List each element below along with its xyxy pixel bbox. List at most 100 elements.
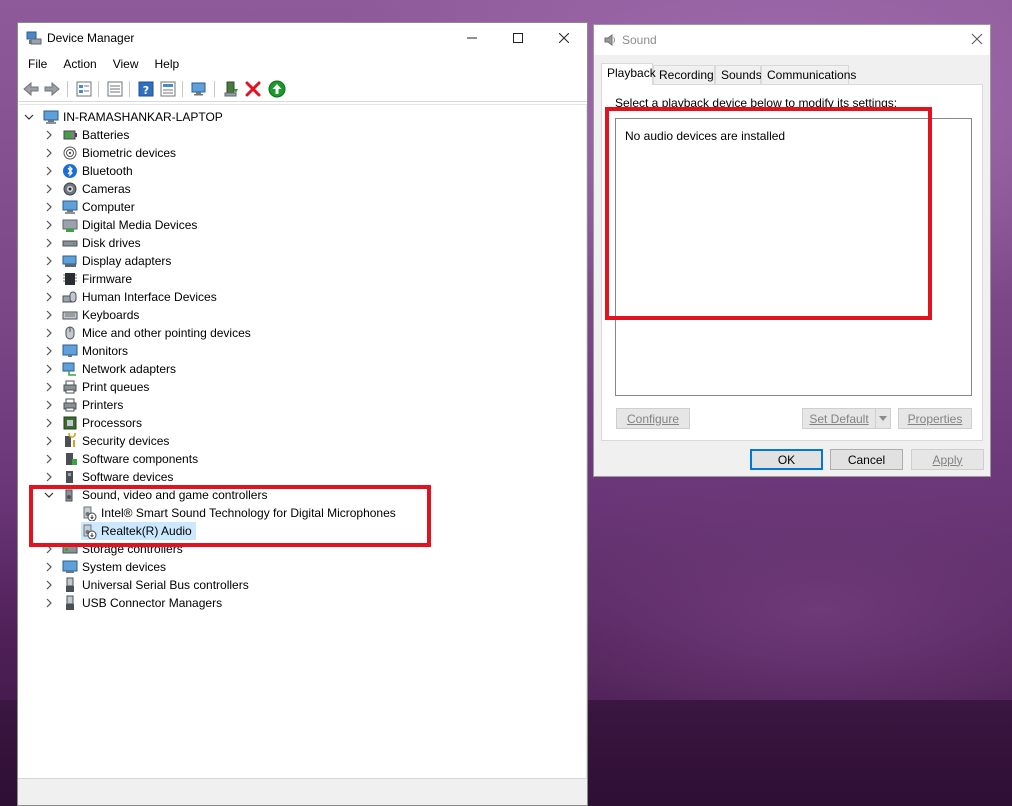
close-button[interactable] bbox=[541, 23, 587, 53]
set-default-label: Set Default bbox=[809, 411, 869, 426]
close-icon bbox=[559, 33, 569, 43]
tree-category-item[interactable]: Firmware bbox=[62, 270, 132, 288]
tree-category-item[interactable]: Software components bbox=[62, 450, 198, 468]
tree-category-item[interactable]: Display adapters bbox=[62, 252, 171, 270]
tree-category-item[interactable]: Print queues bbox=[62, 378, 149, 396]
view-details-icon[interactable] bbox=[159, 80, 177, 98]
security-device-icon bbox=[65, 433, 76, 447]
close-icon[interactable] bbox=[970, 32, 984, 46]
chevron-right-icon[interactable] bbox=[44, 274, 54, 284]
chevron-right-icon[interactable] bbox=[44, 328, 54, 338]
maximize-button[interactable] bbox=[495, 23, 541, 53]
uninstall-device-icon[interactable] bbox=[244, 80, 262, 98]
tree-category-item[interactable]: Human Interface Devices bbox=[62, 288, 217, 306]
chevron-right-icon[interactable] bbox=[44, 202, 54, 212]
bluetooth-icon bbox=[63, 164, 77, 178]
configure-button[interactable]: Configure bbox=[616, 408, 690, 429]
cancel-button[interactable]: Cancel bbox=[830, 449, 903, 470]
tree-category-label: Display adapters bbox=[82, 254, 172, 268]
tree-category-item[interactable]: Printers bbox=[62, 396, 123, 414]
tab-recording[interactable]: Recording bbox=[653, 65, 715, 84]
tree-category-item[interactable]: Cameras bbox=[62, 180, 131, 198]
chevron-right-icon[interactable] bbox=[44, 148, 54, 158]
ok-button[interactable]: OK bbox=[750, 449, 823, 470]
chevron-right-icon[interactable] bbox=[44, 580, 54, 590]
tree-category-item[interactable]: Storage controllers bbox=[62, 540, 183, 558]
chevron-down-icon[interactable] bbox=[44, 490, 54, 500]
tree-category-item[interactable]: Biometric devices bbox=[62, 144, 176, 162]
tree-category-label: System devices bbox=[82, 560, 167, 574]
forward-arrow-icon[interactable] bbox=[43, 80, 61, 98]
help-icon[interactable]: ? bbox=[137, 80, 155, 98]
tree-category-item[interactable]: Disk drives bbox=[62, 234, 141, 252]
tree-category-item[interactable]: USB Connector Managers bbox=[62, 594, 222, 612]
tree-category-item[interactable]: Computer bbox=[62, 198, 135, 216]
tree-category-item[interactable]: Software devices bbox=[62, 468, 173, 486]
minimize-button[interactable] bbox=[449, 23, 495, 53]
tab-communications[interactable]: Communications bbox=[761, 65, 856, 84]
tree-device-item[interactable]: Realtek(R) Audio bbox=[81, 522, 196, 540]
tree-category-item[interactable]: Monitors bbox=[62, 342, 128, 360]
sound-titlebar[interactable]: Sound bbox=[594, 25, 990, 55]
tab-playback[interactable]: Playback bbox=[601, 63, 656, 85]
tree-category-item[interactable]: Batteries bbox=[62, 126, 129, 144]
tree-device-label: Realtek(R) Audio bbox=[101, 524, 192, 538]
tree-border bbox=[586, 104, 587, 778]
chevron-right-icon[interactable] bbox=[44, 472, 54, 482]
tree-category-item[interactable]: Processors bbox=[62, 414, 142, 432]
tree-category-item[interactable]: Universal Serial Bus controllers bbox=[62, 576, 249, 594]
tree-category-item[interactable]: Network adapters bbox=[62, 360, 176, 378]
menu-view[interactable]: View bbox=[105, 54, 147, 74]
chevron-right-icon[interactable] bbox=[44, 184, 54, 194]
device-tree: IN-RAMASHANKAR-LAPTOP Batteries Biometric… bbox=[19, 104, 586, 794]
update-driver-icon[interactable] bbox=[222, 80, 240, 98]
properties-button[interactable]: Properties bbox=[898, 408, 972, 429]
enable-device-icon[interactable] bbox=[268, 80, 286, 98]
tree-category-item[interactable]: Mice and other pointing devices bbox=[62, 324, 251, 342]
list-view-icon[interactable] bbox=[106, 80, 124, 98]
chevron-right-icon[interactable] bbox=[44, 418, 54, 428]
chevron-right-icon[interactable] bbox=[44, 238, 54, 248]
playback-device-list[interactable]: No audio devices are installed bbox=[615, 118, 972, 396]
tree-category-label: Mice and other pointing devices bbox=[82, 326, 251, 340]
tree-root-computer[interactable]: IN-RAMASHANKAR-LAPTOP bbox=[43, 108, 223, 126]
chevron-right-icon[interactable] bbox=[44, 364, 54, 374]
tree-category-item[interactable]: Bluetooth bbox=[62, 162, 133, 180]
chevron-right-icon[interactable] bbox=[44, 562, 54, 572]
menu-help[interactable]: Help bbox=[147, 54, 188, 74]
speaker-icon bbox=[604, 34, 615, 46]
menu-file[interactable]: File bbox=[20, 54, 55, 74]
chevron-right-icon[interactable] bbox=[44, 454, 54, 464]
chevron-right-icon[interactable] bbox=[44, 598, 54, 608]
chevron-right-icon[interactable] bbox=[44, 166, 54, 176]
chevron-right-icon[interactable] bbox=[44, 310, 54, 320]
chevron-right-icon[interactable] bbox=[44, 130, 54, 140]
tree-category-label: Software components bbox=[82, 452, 199, 466]
chevron-right-icon[interactable] bbox=[44, 256, 54, 266]
tab-sounds[interactable]: Sounds bbox=[715, 65, 762, 84]
tree-category-label: Firmware bbox=[82, 272, 132, 286]
device-manager-titlebar[interactable]: Device Manager bbox=[18, 23, 587, 53]
chevron-down-icon[interactable] bbox=[24, 112, 34, 122]
tree-category-item[interactable]: Keyboards bbox=[62, 306, 139, 324]
chevron-right-icon[interactable] bbox=[44, 382, 54, 392]
set-default-dropdown[interactable] bbox=[875, 408, 891, 429]
chevron-right-icon[interactable] bbox=[44, 220, 54, 230]
scan-hardware-icon[interactable] bbox=[190, 80, 208, 98]
tree-category-item[interactable]: Security devices bbox=[62, 432, 169, 450]
tree-category-label: Universal Serial Bus controllers bbox=[82, 578, 249, 592]
chevron-right-icon[interactable] bbox=[44, 400, 54, 410]
chevron-right-icon[interactable] bbox=[44, 436, 54, 446]
properties-sheet-icon[interactable] bbox=[75, 80, 93, 98]
tree-category-item[interactable]: Digital Media Devices bbox=[62, 216, 197, 234]
tree-device-item[interactable]: Intel® Smart Sound Technology for Digita… bbox=[81, 504, 396, 522]
back-arrow-icon[interactable] bbox=[22, 80, 40, 98]
set-default-button[interactable]: Set Default bbox=[802, 408, 876, 429]
tree-category-item[interactable]: System devices bbox=[62, 558, 166, 576]
tree-category-item[interactable]: Sound, video and game controllers bbox=[62, 486, 267, 504]
apply-button[interactable]: Apply bbox=[911, 449, 984, 470]
chevron-right-icon[interactable] bbox=[44, 292, 54, 302]
menu-action[interactable]: Action bbox=[55, 54, 104, 74]
chevron-right-icon[interactable] bbox=[44, 544, 54, 554]
chevron-right-icon[interactable] bbox=[44, 346, 54, 356]
